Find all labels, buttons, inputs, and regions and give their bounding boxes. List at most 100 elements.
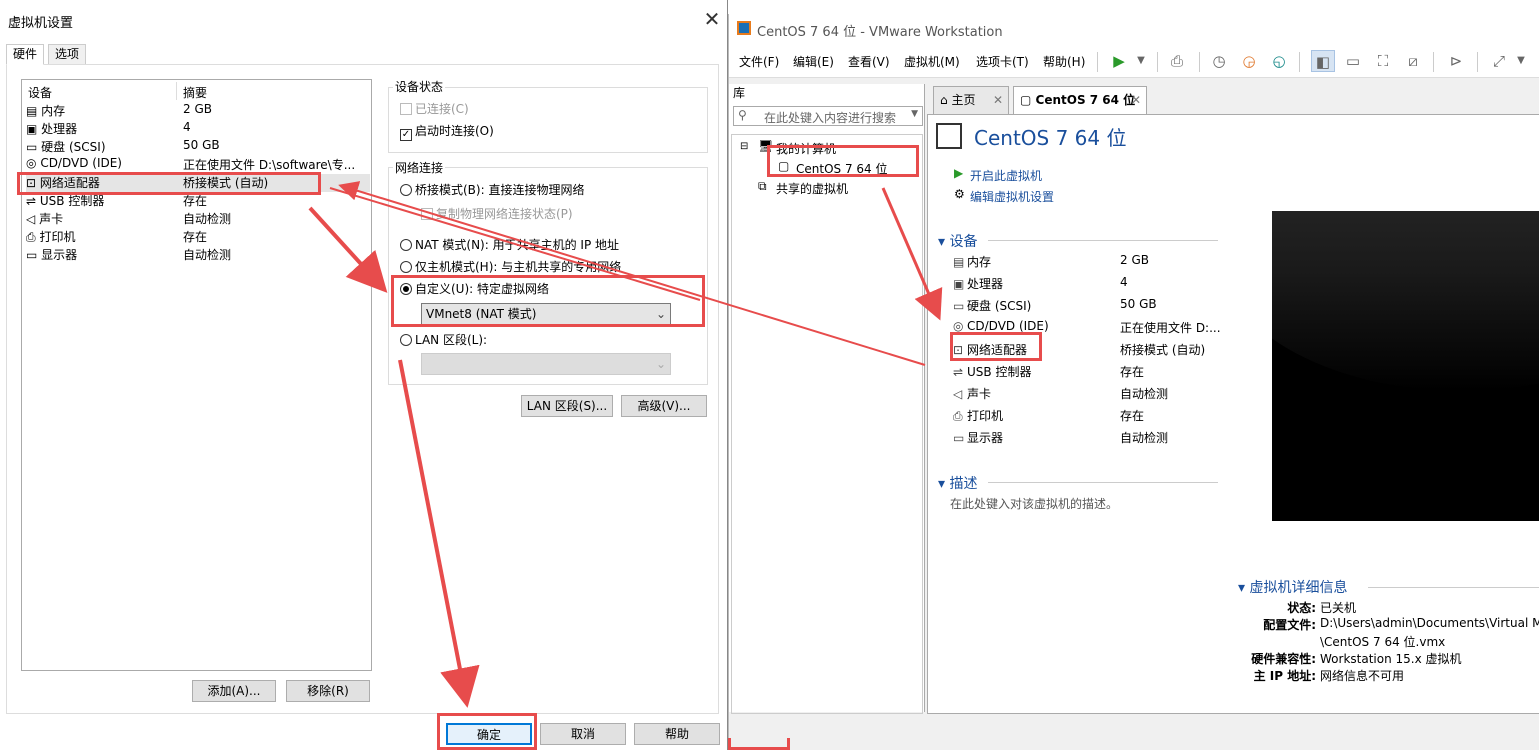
sound-icon: ◁ bbox=[953, 387, 963, 401]
advanced-button[interactable]: 高级(V)... bbox=[621, 395, 707, 417]
tab-hardware[interactable]: 硬件 bbox=[6, 44, 45, 65]
device-name: 硬盘 (SCSI) bbox=[41, 140, 106, 154]
disk-icon: ▭ bbox=[26, 140, 38, 154]
device-summary: 正在使用文件 D:\software\专... bbox=[183, 158, 356, 172]
vm-device-row[interactable]: ⎙ 打印机 bbox=[953, 407, 1003, 425]
library-title: 库 bbox=[733, 86, 746, 100]
edit-settings-link[interactable]: 编辑虚拟机设置 bbox=[970, 188, 1054, 205]
stretch-icon[interactable]: ⤢ bbox=[1487, 50, 1511, 72]
tab-vm[interactable]: ▢ CentOS 7 64 位 ✕ bbox=[1013, 86, 1147, 114]
revert-snapshot-icon[interactable]: ◶ bbox=[1237, 50, 1261, 72]
vm-preview-screen[interactable] bbox=[1272, 211, 1539, 521]
menu-file[interactable]: 文件(F) bbox=[739, 53, 779, 70]
column-device[interactable]: 设备 bbox=[28, 84, 52, 101]
send-keys-icon[interactable]: ⎙ bbox=[1165, 50, 1189, 72]
devices-section-header[interactable]: ▾ 设备 bbox=[938, 231, 977, 251]
menu-edit[interactable]: 编辑(E) bbox=[793, 53, 834, 70]
device-row[interactable]: ▭ 显示器 自动检测 bbox=[26, 246, 370, 264]
device-row[interactable]: ◁ 声卡 自动检测 bbox=[26, 210, 370, 228]
detail-key: 配置文件: bbox=[1263, 618, 1316, 632]
device-name: 处理器 bbox=[41, 122, 78, 136]
snapshot-icon[interactable]: ◷ bbox=[1207, 50, 1231, 72]
close-icon[interactable]: ✕ bbox=[993, 87, 1003, 113]
menu-view[interactable]: 查看(V) bbox=[848, 53, 890, 70]
unity-icon[interactable]: ⧄ bbox=[1401, 50, 1425, 72]
cancel-button[interactable]: 取消 bbox=[540, 723, 626, 745]
vm-device-row[interactable]: ⇌ USB 控制器 bbox=[953, 363, 1031, 381]
play-icon[interactable]: ▶ bbox=[1107, 50, 1131, 72]
vm-device-value: 自动检测 bbox=[1120, 431, 1169, 445]
device-row[interactable]: ⎙ 打印机 存在 bbox=[26, 228, 370, 246]
highlight-vm-network-adapter bbox=[950, 332, 1042, 361]
host-only-radio[interactable]: 仅主机模式(H): 与主机共享的专用网络 bbox=[400, 258, 621, 275]
detail-value: 已关机 bbox=[1320, 601, 1357, 615]
cpu-icon: ▣ bbox=[953, 277, 965, 291]
close-icon[interactable]: ✕ bbox=[1131, 87, 1141, 113]
device-name: 显示器 bbox=[41, 248, 78, 262]
device-name: 声卡 bbox=[39, 212, 64, 226]
device-name: 打印机 bbox=[39, 230, 76, 244]
vm-device-row[interactable]: ◁ 声卡 bbox=[953, 385, 991, 403]
shared-vm-icon: ⧉ bbox=[758, 179, 767, 193]
vm-device-value: 2 GB bbox=[1120, 253, 1149, 267]
vm-device-row[interactable]: ▣ 处理器 bbox=[953, 275, 1003, 293]
bridged-radio[interactable]: 桥接模式(B): 直接连接物理网络 bbox=[400, 181, 584, 198]
vm-device-row[interactable]: ▭ 显示器 bbox=[953, 429, 1003, 447]
show-library-icon[interactable]: ◧ bbox=[1311, 50, 1335, 72]
remove-device-button[interactable]: 移除(R) bbox=[286, 680, 370, 702]
library-search-input[interactable]: ⚲ 在此处键入内容进行搜索 ▼ bbox=[733, 106, 923, 126]
stretch-dropdown-icon[interactable]: ▼ bbox=[1509, 50, 1533, 72]
nat-radio[interactable]: NAT 模式(N): 用于共享主机的 IP 地址 bbox=[400, 236, 619, 253]
vm-device-row[interactable]: ▭ 硬盘 (SCSI) bbox=[953, 297, 1031, 315]
lan-segments-button[interactable]: LAN 区段(S)... bbox=[521, 395, 613, 417]
device-status-header: 设备状态 bbox=[393, 78, 446, 95]
lan-segment-select: ⌄ bbox=[421, 353, 671, 375]
memory-icon: ▤ bbox=[953, 255, 965, 269]
chevron-down-icon[interactable]: ▼ bbox=[911, 109, 918, 119]
snapshot-manager-icon[interactable]: ◵ bbox=[1267, 50, 1291, 72]
highlight-bottom-edge bbox=[728, 738, 790, 750]
description-text[interactable]: 在此处键入对该虚拟机的描述。 bbox=[950, 495, 1118, 512]
device-list: 设备 摘要 ▤ 内存 2 GB ▣ 处理器 4 ▭ 硬盘 (SCSI) 50 GB ◎ CD… bbox=[21, 79, 372, 671]
tab-options[interactable]: 选项 bbox=[48, 44, 87, 65]
vm-device-name: 显示器 bbox=[967, 431, 1004, 445]
power-on-link[interactable]: 开启此虚拟机 bbox=[970, 167, 1042, 184]
description-section-header[interactable]: ▾ 描述 bbox=[938, 473, 977, 493]
collapse-icon[interactable]: ⊟ bbox=[740, 141, 748, 152]
home-icon: ⌂ bbox=[940, 93, 948, 107]
console-icon[interactable]: ⊳ bbox=[1444, 50, 1468, 72]
tree-shared-vms[interactable]: 共享的虚拟机 bbox=[776, 180, 848, 197]
highlight-dialog-network-adapter bbox=[17, 172, 321, 195]
menu-vm[interactable]: 虚拟机(M) bbox=[904, 53, 960, 70]
details-section-header[interactable]: ▾ 虚拟机详细信息 bbox=[1238, 577, 1347, 597]
menu-tabs[interactable]: 选项卡(T) bbox=[976, 53, 1029, 70]
connect-on-start-checkbox[interactable]: ✓ 启动时连接(O) bbox=[400, 122, 494, 141]
column-summary[interactable]: 摘要 bbox=[183, 84, 207, 101]
menubar: 文件(F) 编辑(E) 查看(V) 虚拟机(M) 选项卡(T) 帮助(H) ▶ … bbox=[729, 44, 1539, 78]
menu-help[interactable]: 帮助(H) bbox=[1043, 53, 1085, 70]
device-status-group bbox=[388, 87, 708, 153]
dialog-title: 虚拟机设置 bbox=[8, 16, 74, 31]
vm-title: CentOS 7 64 位 bbox=[974, 126, 1127, 150]
lan-segment-radio[interactable]: LAN 区段(L): bbox=[400, 331, 487, 348]
printer-icon: ⎙ bbox=[26, 230, 36, 244]
vm-icon: ▢ bbox=[1020, 93, 1032, 107]
tab-home[interactable]: ⌂ 主页 ✕ bbox=[933, 86, 1009, 114]
device-row[interactable]: ▣ 处理器 4 bbox=[26, 120, 370, 138]
device-row[interactable]: ▤ 内存 2 GB bbox=[26, 102, 370, 120]
thumbnail-icon[interactable]: ▭ bbox=[1341, 50, 1365, 72]
monitor-icon: ▭ bbox=[26, 248, 38, 262]
edit-settings-icon: ⚙ bbox=[954, 187, 965, 201]
detail-key: 硬件兼容性: bbox=[1251, 652, 1316, 666]
add-device-button[interactable]: 添加(A)... bbox=[192, 680, 276, 702]
vm-device-row[interactable]: ▤ 内存 bbox=[953, 253, 991, 271]
printer-icon: ⎙ bbox=[953, 409, 963, 423]
close-icon[interactable]: ✕ bbox=[700, 8, 724, 32]
cd-icon: ◎ bbox=[953, 319, 964, 333]
search-icon: ⚲ bbox=[738, 108, 747, 122]
chevron-down-icon[interactable]: ▼ bbox=[1129, 50, 1153, 72]
fullscreen-icon[interactable]: ⛶ bbox=[1371, 50, 1395, 72]
help-button[interactable]: 帮助 bbox=[634, 723, 720, 745]
device-row[interactable]: ▭ 硬盘 (SCSI) 50 GB bbox=[26, 138, 370, 156]
vmware-logo-icon bbox=[737, 21, 751, 35]
